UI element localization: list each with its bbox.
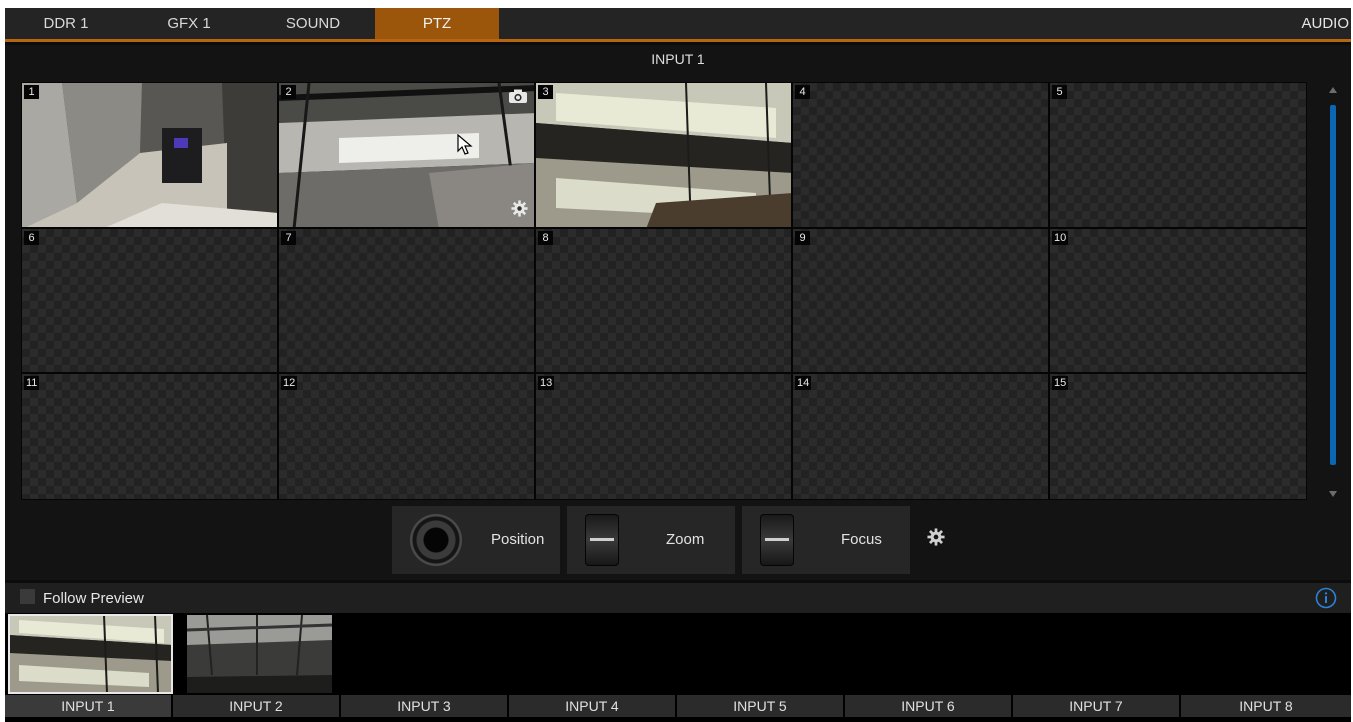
follow-preview-checkbox[interactable] bbox=[20, 589, 35, 604]
input-1-tab[interactable]: INPUT 1 bbox=[5, 695, 173, 717]
preset-8[interactable]: 8 bbox=[535, 228, 792, 373]
focus-rocker[interactable] bbox=[760, 514, 794, 566]
preset-9[interactable]: 9 bbox=[792, 228, 1049, 373]
current-input-title: INPUT 1 bbox=[651, 51, 705, 67]
tab-audio[interactable]: AUDIO bbox=[1301, 8, 1351, 39]
scroll-up-arrow-icon[interactable] bbox=[1329, 87, 1337, 93]
preset-7[interactable]: 7 bbox=[278, 228, 535, 373]
tab-sound[interactable]: SOUND bbox=[251, 8, 375, 39]
camera-icon[interactable] bbox=[508, 89, 528, 109]
preset-number: 5 bbox=[1052, 85, 1067, 99]
zoom-rocker[interactable] bbox=[585, 514, 619, 566]
zoom-control[interactable]: Zoom bbox=[567, 506, 735, 574]
preset-15[interactable]: 15 bbox=[1049, 373, 1307, 500]
preset-number: 8 bbox=[538, 231, 553, 245]
preset-thumbnail bbox=[536, 83, 791, 227]
input-4-tab[interactable]: INPUT 4 bbox=[509, 695, 677, 717]
tab-gfx1[interactable]: GFX 1 bbox=[127, 8, 251, 39]
preset-number: 14 bbox=[795, 376, 812, 390]
preset-2[interactable]: 2 bbox=[278, 82, 535, 228]
preset-number: 1 bbox=[24, 85, 39, 99]
follow-preview-label: Follow Preview bbox=[43, 590, 144, 607]
preset-grid: 1 2 3 4 5 6 7 8 9 10 11 12 13 14 15 bbox=[21, 82, 1307, 500]
focus-label: Focus bbox=[841, 531, 882, 548]
input-6-tab[interactable]: INPUT 6 bbox=[845, 695, 1013, 717]
preset-5[interactable]: 5 bbox=[1049, 82, 1307, 228]
preset-11[interactable]: 11 bbox=[21, 373, 278, 500]
preset-12[interactable]: 12 bbox=[278, 373, 535, 500]
gear-icon[interactable] bbox=[927, 528, 945, 551]
tab-bar: DDR 1 GFX 1 SOUND PTZ AUDIO bbox=[5, 8, 1351, 42]
input-2-tab[interactable]: INPUT 2 bbox=[173, 695, 341, 717]
follow-preview-bar: Follow Preview bbox=[5, 583, 1351, 613]
input-2-thumbnail[interactable] bbox=[187, 615, 350, 693]
preset-number: 12 bbox=[281, 376, 298, 390]
preset-3[interactable]: 3 bbox=[535, 82, 792, 228]
input-labels: INPUT 1 INPUT 2 INPUT 3 INPUT 4 INPUT 5 … bbox=[5, 695, 1351, 717]
preset-number: 3 bbox=[538, 85, 553, 99]
preset-number: 4 bbox=[795, 85, 810, 99]
input-3-tab[interactable]: INPUT 3 bbox=[341, 695, 509, 717]
scroll-down-arrow-icon[interactable] bbox=[1329, 491, 1337, 497]
tab-ptz[interactable]: PTZ bbox=[375, 8, 499, 39]
preset-number: 7 bbox=[281, 231, 296, 245]
scroll-thumb[interactable] bbox=[1330, 105, 1336, 465]
input-1-thumbnail[interactable] bbox=[8, 614, 173, 694]
position-control[interactable]: Position bbox=[392, 506, 560, 574]
preset-thumbnail bbox=[22, 83, 277, 227]
preset-number: 9 bbox=[795, 231, 810, 245]
input-strip: INPUT 1 INPUT 2 INPUT 3 INPUT 4 INPUT 5 … bbox=[5, 613, 1351, 722]
gear-icon[interactable] bbox=[511, 200, 528, 222]
zoom-label: Zoom bbox=[666, 531, 705, 548]
preset-thumbnail bbox=[279, 83, 534, 227]
preset-10[interactable]: 10 bbox=[1049, 228, 1307, 373]
info-icon[interactable] bbox=[1315, 587, 1337, 614]
preset-scrollbar[interactable] bbox=[1327, 87, 1339, 497]
preset-number: 11 bbox=[24, 376, 40, 390]
preset-area: INPUT 1 1 2 3 4 5 6 7 8 9 10 11 12 13 14… bbox=[5, 45, 1351, 580]
preset-number: 15 bbox=[1052, 376, 1069, 390]
input-8-tab[interactable]: INPUT 8 bbox=[1181, 695, 1351, 717]
preset-number: 10 bbox=[1052, 231, 1069, 245]
joystick-icon[interactable] bbox=[410, 514, 462, 566]
preset-1[interactable]: 1 bbox=[21, 82, 278, 228]
preset-number: 2 bbox=[281, 85, 296, 99]
position-label: Position bbox=[491, 531, 545, 548]
preset-number: 6 bbox=[24, 231, 39, 245]
cursor-icon bbox=[457, 133, 473, 161]
preset-number: 13 bbox=[538, 376, 555, 390]
preset-6[interactable]: 6 bbox=[21, 228, 278, 373]
input-5-tab[interactable]: INPUT 5 bbox=[677, 695, 845, 717]
focus-control[interactable]: Focus bbox=[742, 506, 910, 574]
ptz-panel: DDR 1 GFX 1 SOUND PTZ AUDIO INPUT 1 1 2 … bbox=[5, 8, 1351, 722]
preset-13[interactable]: 13 bbox=[535, 373, 792, 500]
preset-14[interactable]: 14 bbox=[792, 373, 1049, 500]
tab-ddr1[interactable]: DDR 1 bbox=[5, 8, 127, 39]
input-7-tab[interactable]: INPUT 7 bbox=[1013, 695, 1181, 717]
preset-4[interactable]: 4 bbox=[792, 82, 1049, 228]
